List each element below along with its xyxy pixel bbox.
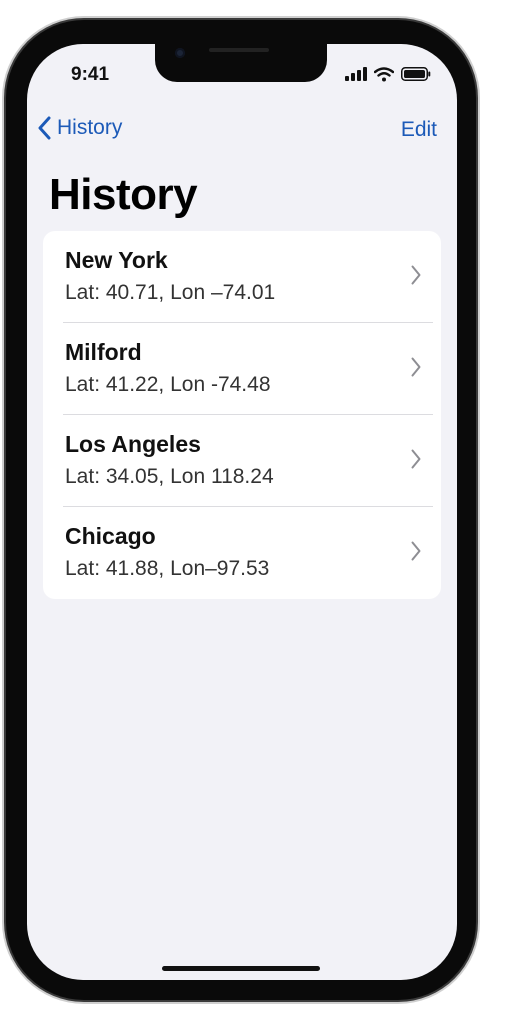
cellular-signal-icon — [345, 67, 367, 81]
location-coordinates: Lat: 40.71, Lon –74.01 — [65, 281, 276, 304]
chevron-right-icon — [411, 357, 421, 377]
chevron-right-icon — [411, 541, 421, 561]
location-name: Los Angeles — [65, 431, 201, 457]
front-camera — [175, 48, 185, 58]
list-item-milford[interactable]: Milford Lat: 41.22, Lon -74.48 — [43, 323, 441, 415]
app-screen: 9:41 History Edit History New York Lat: … — [27, 44, 457, 980]
chevron-right-icon — [411, 449, 421, 469]
location-name: Chicago — [65, 523, 156, 549]
back-button-label: History — [57, 116, 123, 139]
location-coordinates: Lat: 41.88, Lon–97.53 — [65, 557, 270, 580]
status-time: 9:41 — [71, 64, 110, 85]
list-item-chicago[interactable]: Chicago Lat: 41.88, Lon–97.53 — [43, 507, 441, 599]
location-name: New York — [65, 247, 168, 273]
location-coordinates: Lat: 34.05, Lon 118.24 — [65, 465, 274, 488]
home-indicator[interactable] — [162, 966, 320, 971]
location-coordinates: Lat: 41.22, Lon -74.48 — [65, 373, 271, 396]
history-list: New York Lat: 40.71, Lon –74.01 Milford … — [43, 231, 441, 599]
back-button[interactable]: History — [37, 116, 122, 140]
chevron-left-icon — [38, 116, 51, 140]
location-name: Milford — [65, 339, 142, 365]
wifi-icon — [374, 66, 394, 81]
list-item-new-york[interactable]: New York Lat: 40.71, Lon –74.01 — [43, 231, 441, 323]
edit-button[interactable]: Edit — [401, 118, 437, 142]
page: 9:41 History Edit History New York Lat: … — [0, 0, 512, 1024]
chevron-right-icon — [411, 265, 421, 285]
status-icons — [345, 66, 431, 82]
battery-icon — [401, 67, 431, 81]
notch — [155, 44, 327, 82]
page-title: History — [49, 170, 198, 219]
earpiece-speaker — [209, 48, 269, 52]
list-item-los-angeles[interactable]: Los Angeles Lat: 34.05, Lon 118.24 — [43, 415, 441, 507]
